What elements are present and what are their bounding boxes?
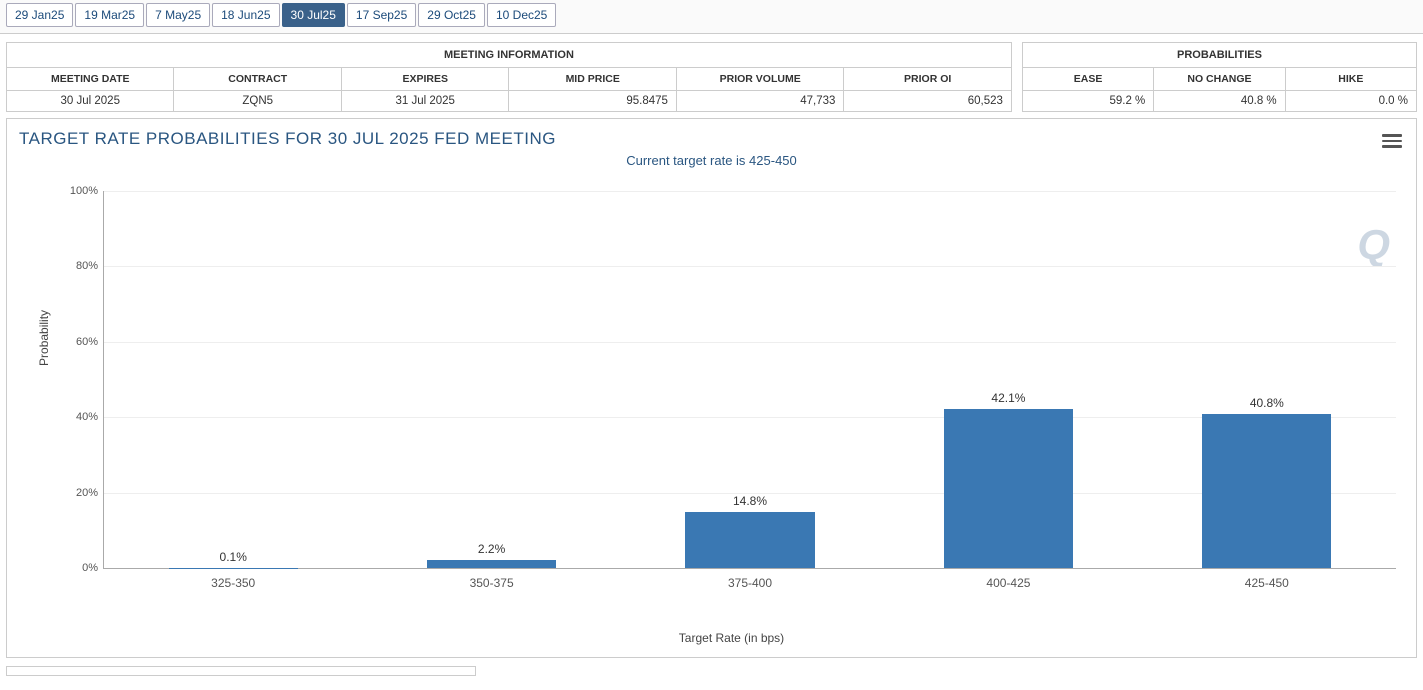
y-tick: 60% [76,336,104,348]
col-hike: HIKE [1285,68,1416,91]
bar-slot: 14.8%375-400 [621,191,879,568]
info-panels: MEETING INFORMATION MEETING DATE CONTRAC… [0,34,1423,114]
bar[interactable] [944,409,1073,568]
meeting-info-panel: MEETING INFORMATION MEETING DATE CONTRAC… [6,42,1012,112]
col-expires: EXPIRES [341,68,508,91]
tab-19-mar25[interactable]: 19 Mar25 [75,3,144,27]
cell-mid-price: 95.8475 [509,91,676,112]
bar-value-label: 0.1% [104,550,362,564]
bar-slot: 2.2%350-375 [362,191,620,568]
chart-title: TARGET RATE PROBABILITIES FOR 30 JUL 202… [7,119,1416,149]
col-ease: EASE [1022,68,1153,91]
col-no-change: NO CHANGE [1154,68,1285,91]
y-tick: 0% [82,562,104,574]
bar-value-label: 2.2% [362,542,620,556]
bar-slot: 42.1%400-425 [879,191,1137,568]
bar-value-label: 14.8% [621,494,879,508]
tab-30-jul25[interactable]: 30 Jul25 [282,3,345,27]
col-contract: CONTRACT [174,68,341,91]
chart-menu-icon[interactable] [1382,131,1402,147]
cell-expires: 31 Jul 2025 [341,91,508,112]
x-tick: 425-450 [1138,568,1396,590]
bar[interactable] [427,560,556,568]
x-tick: 375-400 [621,568,879,590]
cell-prior-volume: 47,733 [676,91,843,112]
chart-plot: Probability Q 0.1%325-3502.2%350-37514.8… [67,191,1396,597]
meeting-info-table: MEETING INFORMATION MEETING DATE CONTRAC… [6,42,1012,112]
tab-29-jan25[interactable]: 29 Jan25 [6,3,73,27]
cell-prior-oi: 60,523 [844,91,1012,112]
cell-hike: 0.0 % [1285,91,1416,112]
probabilities-title: PROBABILITIES [1022,43,1416,68]
col-meeting-date: MEETING DATE [7,68,174,91]
col-prior-oi: PRIOR OI [844,68,1012,91]
bar-value-label: 40.8% [1138,396,1396,410]
probabilities-table: PROBABILITIES EASE NO CHANGE HIKE 59.2 %… [1022,42,1417,112]
cell-no-change: 40.8 % [1154,91,1285,112]
cell-contract: ZQN5 [174,91,341,112]
meeting-info-title: MEETING INFORMATION [7,43,1012,68]
tab-7-may25[interactable]: 7 May25 [146,3,210,27]
tab-17-sep25[interactable]: 17 Sep25 [347,3,416,27]
cell-ease: 59.2 % [1022,91,1153,112]
col-prior-volume: PRIOR VOLUME [676,68,843,91]
bar-value-label: 42.1% [879,391,1137,405]
cell-meeting-date: 30 Jul 2025 [7,91,174,112]
y-tick: 40% [76,411,104,423]
tab-10-dec25[interactable]: 10 Dec25 [487,3,556,27]
tab-18-jun25[interactable]: 18 Jun25 [212,3,279,27]
plot-area: Q 0.1%325-3502.2%350-37514.8%375-40042.1… [103,191,1396,569]
bar-slot: 0.1%325-350 [104,191,362,568]
probabilities-panel: PROBABILITIES EASE NO CHANGE HIKE 59.2 %… [1022,42,1417,112]
y-axis-label: Probability [37,310,51,366]
bar-slot: 40.8%425-450 [1138,191,1396,568]
y-tick: 100% [70,185,104,197]
footer-strip [6,666,476,676]
x-tick: 350-375 [362,568,620,590]
chart-subtitle: Current target rate is 425-450 [7,149,1416,168]
meeting-date-tabs: 29 Jan2519 Mar257 May2518 Jun2530 Jul251… [0,0,1423,34]
bar[interactable] [685,512,814,568]
col-mid-price: MID PRICE [509,68,676,91]
tab-29-oct25[interactable]: 29 Oct25 [418,3,485,27]
chart-card: TARGET RATE PROBABILITIES FOR 30 JUL 202… [6,118,1417,658]
x-axis-label: Target Rate (in bps) [67,631,1396,645]
x-tick: 325-350 [104,568,362,590]
bar[interactable] [1202,414,1331,568]
y-tick: 80% [76,260,104,272]
x-tick: 400-425 [879,568,1137,590]
y-tick: 20% [76,487,104,499]
